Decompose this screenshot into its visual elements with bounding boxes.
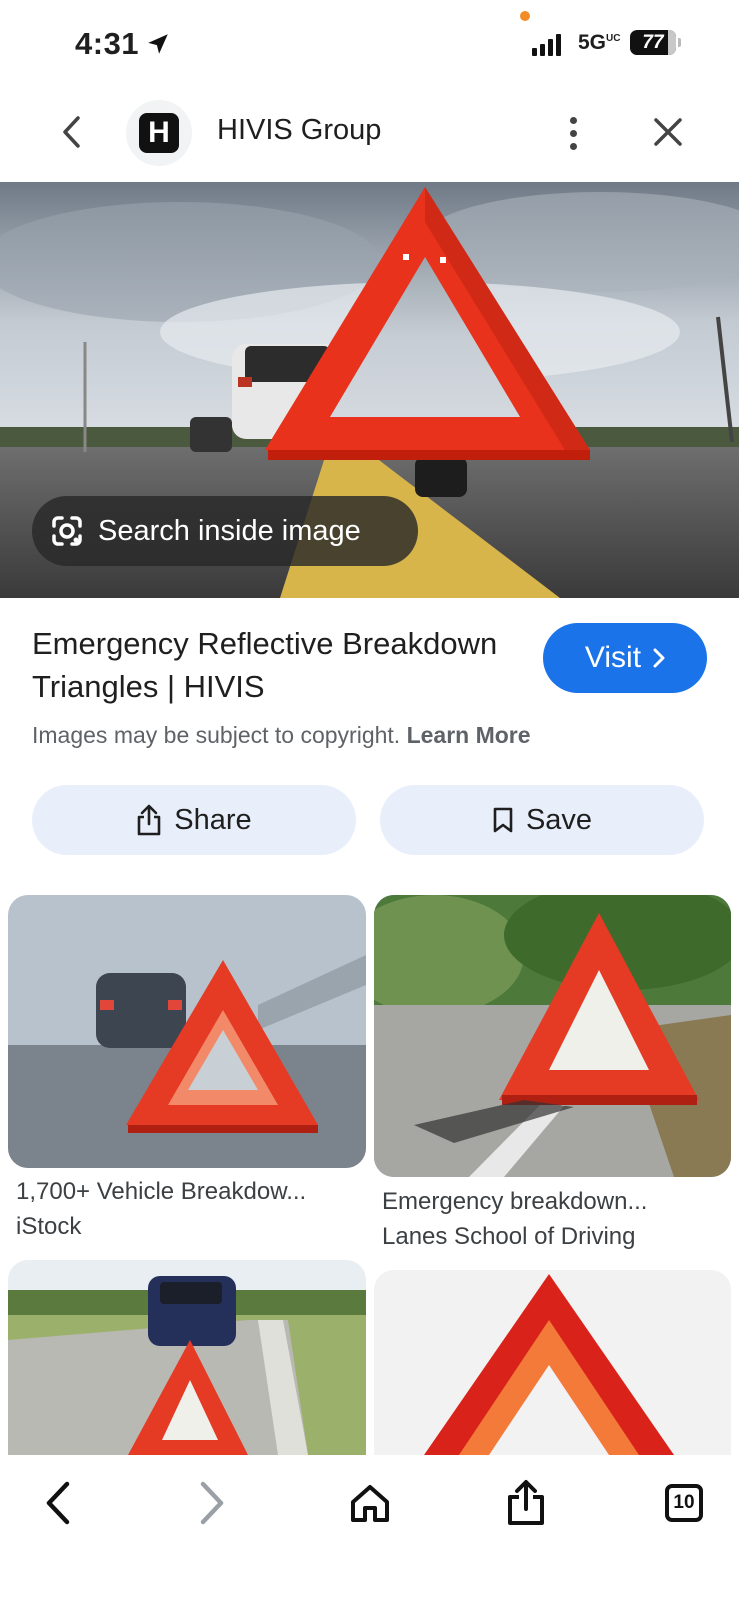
result-title[interactable]: Emergency Reflective Breakdown Triangles… xyxy=(32,622,512,708)
search-inside-image-label: Search inside image xyxy=(98,514,361,547)
visit-label: Visit xyxy=(584,641,642,674)
close-button[interactable] xyxy=(648,112,688,152)
network-type: 5GUC xyxy=(578,31,621,54)
tabs-count: 10 xyxy=(665,1484,703,1522)
browser-forward-button[interactable] xyxy=(182,1473,242,1533)
related-2-source: Lanes School of Driving xyxy=(382,1223,636,1250)
copyright-notice: Images may be subject to copyright. Lear… xyxy=(32,722,531,749)
triangle-country-road-photo xyxy=(8,1260,366,1455)
site-name[interactable]: HIVIS Group xyxy=(217,114,381,147)
browser-back-button[interactable] xyxy=(28,1473,88,1533)
browser-toolbar: 10 xyxy=(0,1455,739,1600)
battery-level: 77 xyxy=(642,31,664,53)
triangle-rainy-road-photo xyxy=(8,895,366,1168)
time-text: 4:31 xyxy=(75,26,140,61)
related-1-source: iStock xyxy=(16,1213,82,1240)
copyright-text: Images may be subject to copyright. xyxy=(32,722,401,748)
share-label: Share xyxy=(174,803,252,836)
site-logo[interactable]: H xyxy=(126,100,192,166)
triangle-roadside-photo xyxy=(374,895,731,1177)
chevron-right-icon xyxy=(653,648,665,668)
search-inside-image-button[interactable]: Search inside image xyxy=(32,496,418,566)
related-image-2[interactable] xyxy=(374,895,731,1177)
site-logo-letter: H xyxy=(139,113,179,153)
share-icon xyxy=(137,804,161,836)
cellular-signal-icon xyxy=(532,34,561,56)
save-button[interactable]: Save xyxy=(380,785,704,855)
chevron-left-icon xyxy=(63,116,80,148)
browser-share-button[interactable] xyxy=(496,1473,556,1533)
home-icon xyxy=(351,1485,389,1522)
learn-more-link[interactable]: Learn More xyxy=(407,722,531,748)
chevron-left-icon xyxy=(46,1481,70,1525)
related-2-title[interactable]: Emergency breakdown... xyxy=(382,1185,647,1219)
battery-icon: 77 xyxy=(630,30,681,55)
related-image-1[interactable] xyxy=(8,895,366,1168)
more-options-button[interactable] xyxy=(555,110,591,156)
tabs-button[interactable]: 10 xyxy=(654,1473,714,1533)
close-icon xyxy=(654,118,682,146)
related-image-4[interactable] xyxy=(374,1270,731,1455)
google-lens-icon xyxy=(52,516,82,546)
share-button[interactable]: Share xyxy=(32,785,356,855)
bookmark-icon xyxy=(493,807,513,833)
share-icon xyxy=(508,1480,544,1525)
led-warning-triangle-photo xyxy=(374,1270,731,1455)
location-arrow-icon xyxy=(148,34,168,54)
save-label: Save xyxy=(525,803,593,836)
back-button[interactable] xyxy=(52,112,92,152)
related-image-3[interactable] xyxy=(8,1260,366,1455)
related-1-title[interactable]: 1,700+ Vehicle Breakdow... xyxy=(16,1175,306,1209)
home-button[interactable] xyxy=(340,1473,400,1533)
viewer-header: H HIVIS Group xyxy=(0,90,739,182)
status-time: 4:31 xyxy=(75,26,171,62)
privacy-indicator-dot xyxy=(520,11,530,21)
main-image[interactable]: Search inside image xyxy=(0,182,739,598)
chevron-right-icon xyxy=(200,1481,224,1525)
status-bar: 4:31 5GUC 77 xyxy=(0,0,739,90)
visit-button[interactable]: Visit xyxy=(543,623,707,693)
